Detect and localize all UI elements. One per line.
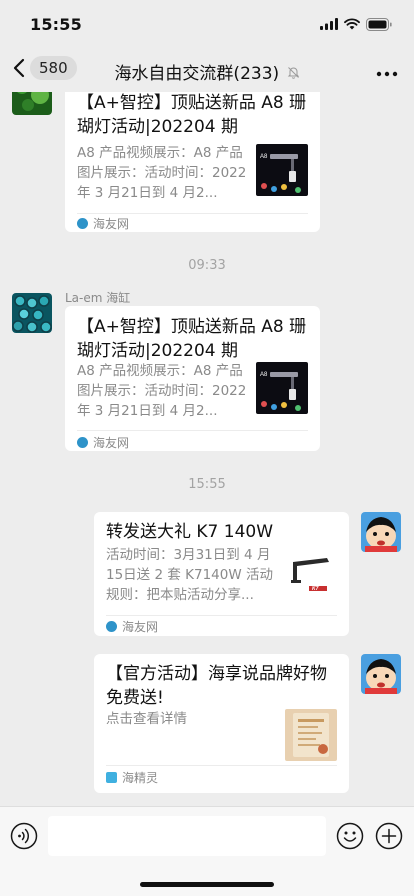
timestamp: 15:55 — [188, 477, 226, 492]
more-dots-icon — [376, 71, 398, 77]
message-input[interactable] — [48, 816, 326, 856]
card-source: 海友网 — [106, 618, 158, 635]
card-divider — [106, 765, 337, 766]
wifi-icon — [344, 18, 360, 30]
card-description: A8 产品视频展示：A8 产品图片展示：活动时间：2022 年 3 月21日到 … — [77, 145, 247, 201]
battery-icon — [366, 17, 392, 31]
link-card[interactable]: 【A+智控】顶贴送新品 A8 珊瑚灯活动|202204 期 A8 产品视频展示：… — [65, 306, 320, 451]
a8-thumb-label: A8 — [260, 154, 268, 160]
timestamp: 09:33 — [188, 258, 226, 273]
plus-circle-icon — [375, 822, 403, 850]
signal-icon — [320, 18, 338, 30]
card-thumbnail: A8 — [256, 362, 308, 414]
source-label: 海友网 — [122, 620, 159, 634]
chat-area[interactable]: 【A+智控】顶贴送新品 A8 珊瑚灯活动|202204 期 A8 产品视频展示：… — [0, 92, 414, 806]
link-card[interactable]: 转发送大礼 K7 140W 活动时间：3月31日到 4 月15日送 2 套 K7… — [94, 512, 349, 636]
mute-bell-icon — [287, 64, 300, 84]
a8-thumb-label: A8 — [260, 372, 268, 378]
card-thumbnail — [285, 709, 337, 761]
source-icon — [106, 621, 117, 632]
card-title: 【A+智控】顶贴送新品 A8 珊瑚灯活动|202204 期 — [77, 93, 307, 137]
chat-title: 海水自由交流群(233) — [0, 59, 414, 84]
card-divider — [77, 430, 308, 431]
more-options-button[interactable] — [376, 62, 398, 81]
card-thumbnail: K7 — [287, 550, 339, 602]
source-label: 海友网 — [93, 217, 130, 231]
self-avatar[interactable] — [361, 654, 401, 694]
source-icon — [77, 437, 88, 448]
source-label: 海精灵 — [122, 771, 159, 785]
link-card[interactable]: 【官方活动】海享说品牌好物免费送! 点击查看详情 海精灵 — [94, 654, 349, 793]
emoji-icon — [336, 822, 364, 850]
card-source: 海友网 — [77, 215, 129, 232]
avatar[interactable] — [12, 293, 52, 333]
status-bar: 15:55 — [0, 0, 414, 48]
card-description: A8 产品视频展示：A8 产品图片展示：活动时间：2022 年 3 月21日到 … — [77, 363, 247, 419]
source-icon — [77, 218, 88, 229]
source-label: 海友网 — [93, 436, 130, 450]
avatar[interactable] — [12, 92, 52, 115]
self-avatar[interactable] — [361, 512, 401, 552]
home-indicator — [140, 882, 274, 887]
card-divider — [77, 213, 308, 214]
emoji-button[interactable] — [336, 822, 364, 854]
k7-thumb-label: K7 — [312, 586, 319, 592]
card-thumbnail: A8 — [256, 144, 308, 196]
link-card[interactable]: 【A+智控】顶贴送新品 A8 珊瑚灯活动|202204 期 A8 产品视频展示：… — [65, 92, 320, 232]
card-source: 海友网 — [77, 434, 129, 451]
card-title: 【官方活动】海享说品牌好物免费送! — [106, 664, 327, 708]
voice-button[interactable] — [10, 822, 38, 854]
card-description: 点击查看详情 — [106, 711, 187, 727]
status-time: 15:55 — [30, 14, 82, 34]
voice-icon — [10, 822, 38, 850]
chat-title-text: 海水自由交流群(233) — [114, 64, 280, 84]
card-title: 【A+智控】顶贴送新品 A8 珊瑚灯活动|202204 期 — [77, 317, 307, 361]
card-title: 转发送大礼 K7 140W — [106, 522, 274, 542]
card-source: 海精灵 — [106, 769, 158, 786]
nav-bar: 580 海水自由交流群(233) — [0, 48, 414, 92]
card-divider — [106, 615, 337, 616]
source-icon — [106, 772, 117, 783]
sender-name: La-em 海缸 — [65, 291, 131, 305]
status-icons — [320, 17, 392, 31]
card-description: 活动时间：3月31日到 4 月15日送 2 套 K7140W 活动规则：把本贴活… — [106, 547, 273, 603]
add-button[interactable] — [375, 822, 403, 854]
